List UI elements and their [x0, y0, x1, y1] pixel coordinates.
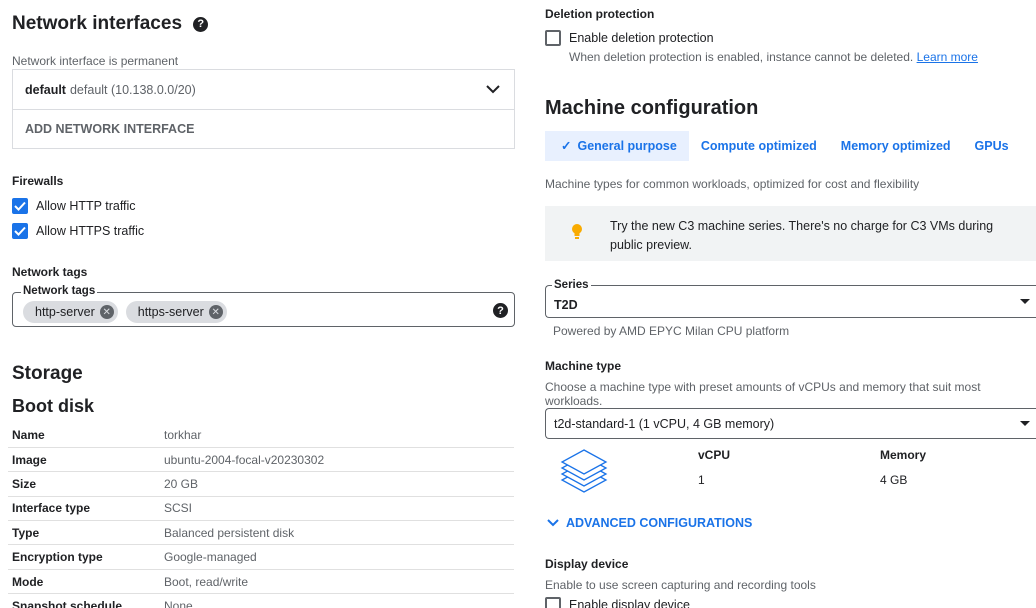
boot-disk-title: Boot disk — [12, 396, 95, 416]
display-device-checkbox[interactable] — [545, 597, 561, 608]
deletion-protection-row[interactable]: Enable deletion protection — [545, 30, 714, 46]
table-row: Image ubuntu-2004-focal-v20230302 — [8, 447, 514, 473]
machine-type-value: t2d-standard-1 (1 vCPU, 4 GB memory) — [554, 417, 775, 431]
deletion-protection-title: Deletion protection — [545, 7, 655, 21]
display-device-label: Enable display device — [569, 598, 690, 608]
network-interface-row[interactable]: default default (10.138.0.0/20) — [13, 70, 514, 110]
machine-type-select[interactable]: t2d-standard-1 (1 vCPU, 4 GB memory) — [545, 408, 1036, 439]
interface-name: default — [25, 82, 66, 97]
firewalls-title: Firewalls — [12, 174, 64, 188]
deletion-protection-label: Enable deletion protection — [569, 31, 714, 45]
table-row: Interface type SCSI — [8, 496, 514, 522]
network-interfaces-title: Network interfaces ? — [12, 13, 209, 35]
https-checkbox[interactable] — [12, 223, 28, 239]
network-tags-field[interactable]: Network tags http-server ✕ https-server … — [12, 285, 515, 327]
series-select-value: T2D — [554, 298, 578, 312]
http-checkbox-label: Allow HTTP traffic — [36, 199, 136, 213]
tab-general-purpose[interactable]: ✓ General purpose — [545, 131, 689, 161]
tag-chip: http-server ✕ — [23, 301, 118, 323]
machine-type-title: Machine type — [545, 359, 622, 373]
series-help-text: Powered by AMD EPYC Milan CPU platform — [553, 324, 790, 338]
table-row: Mode Boot, read/write — [8, 569, 514, 595]
machine-type-help: Choose a machine type with preset amount… — [545, 380, 981, 408]
display-device-row[interactable]: Enable display device — [545, 597, 690, 608]
remove-tag-icon[interactable]: ✕ — [208, 305, 223, 319]
banner-text: Try the new C3 machine series. There's n… — [610, 219, 994, 252]
chevron-down-icon[interactable] — [486, 84, 500, 94]
tab-compute-optimized[interactable]: Compute optimized — [689, 131, 829, 161]
help-icon[interactable]: ? — [493, 303, 508, 318]
machine-configuration-title: Machine configuration — [545, 97, 759, 119]
advanced-configurations-toggle[interactable]: ADVANCED CONFIGURATIONS — [547, 516, 752, 530]
network-tags-field-label: Network tags — [21, 285, 98, 297]
network-permanent-label: Network interface is permanent — [12, 54, 179, 68]
tab-memory-optimized[interactable]: Memory optimized — [829, 131, 963, 161]
tag-chip-list: http-server ✕ https-server ✕ — [23, 301, 235, 323]
add-network-interface-button[interactable]: ADD NETWORK INTERFACE — [13, 110, 514, 148]
table-row: Type Balanced persistent disk — [8, 520, 514, 546]
machine-family-description: Machine types for common workloads, opti… — [545, 177, 920, 191]
tab-gpus[interactable]: GPUs — [963, 131, 1021, 161]
https-checkbox-label: Allow HTTPS traffic — [36, 224, 145, 238]
dropdown-arrow-icon — [1020, 299, 1030, 304]
display-device-title: Display device — [545, 557, 629, 571]
remove-tag-icon[interactable]: ✕ — [99, 305, 114, 319]
interface-detail: default (10.138.0.0/20) — [69, 82, 196, 97]
firewall-https-row[interactable]: Allow HTTPS traffic — [12, 223, 144, 239]
deletion-protection-checkbox[interactable] — [545, 30, 561, 46]
memory-header: Memory — [880, 448, 927, 462]
firewall-http-row[interactable]: Allow HTTP traffic — [12, 198, 136, 214]
network-interface-panel: default default (10.138.0.0/20) ADD NETW… — [12, 69, 515, 149]
display-device-help: Enable to use screen capturing and recor… — [545, 578, 816, 592]
layered-stack-icon — [560, 449, 608, 493]
help-icon[interactable]: ? — [193, 16, 209, 32]
tag-chip: https-server ✕ — [125, 301, 227, 323]
table-row: Encryption type Google-managed — [8, 544, 514, 570]
storage-title: Storage — [12, 363, 83, 384]
table-row: Snapshot schedule None — [8, 593, 514, 608]
table-row: Size 20 GB — [8, 471, 514, 497]
series-select-label: Series — [552, 279, 591, 291]
dropdown-arrow-icon — [1020, 421, 1030, 426]
deletion-protection-help: When deletion protection is enabled, ins… — [569, 50, 978, 64]
table-row: Name torkhar — [8, 423, 514, 448]
vcpu-value: 1 — [698, 473, 705, 487]
machine-family-tabs: ✓ General purpose Compute optimized Memor… — [545, 131, 1021, 161]
http-checkbox[interactable] — [12, 198, 28, 214]
series-select[interactable]: Series T2D — [545, 279, 1036, 318]
learn-more-link[interactable]: Learn more — [917, 50, 978, 64]
lightbulb-icon — [572, 224, 582, 239]
memory-value: 4 GB — [880, 473, 908, 487]
chevron-down-icon — [547, 519, 559, 527]
boot-disk-table: Name torkhar Image ubuntu-2004-focal-v2023… — [8, 423, 514, 608]
c3-banner: Try the new C3 machine series. There's n… — [545, 206, 1036, 261]
vcpu-header: vCPU — [698, 448, 731, 462]
network-tags-title: Network tags — [12, 265, 88, 279]
